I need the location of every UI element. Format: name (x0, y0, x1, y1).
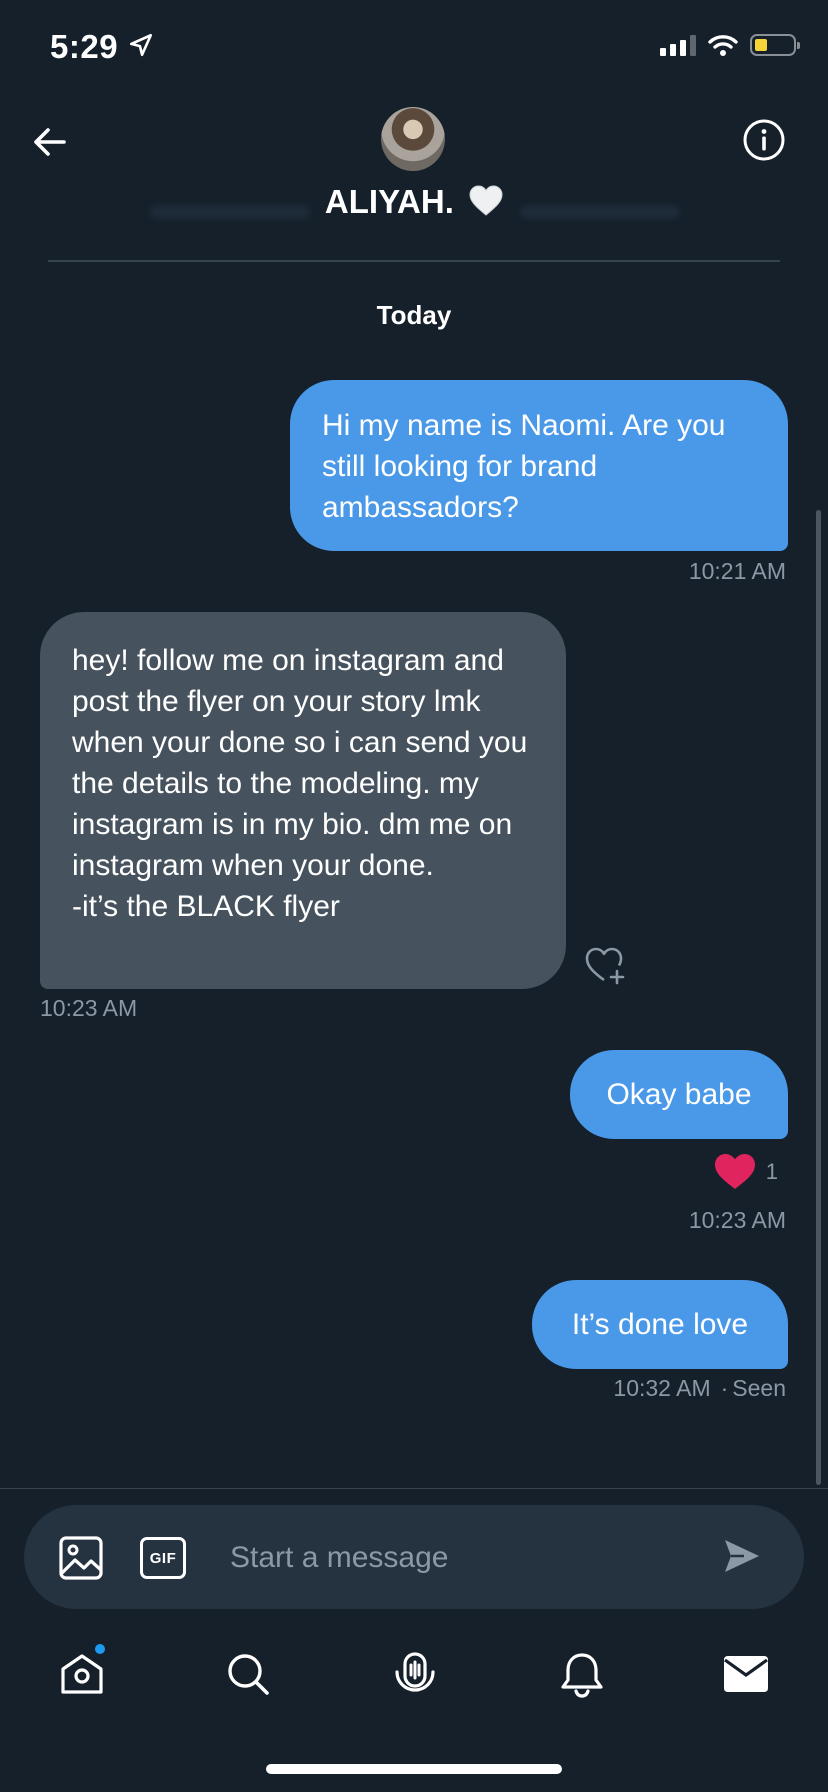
home-indicator[interactable] (266, 1764, 562, 1774)
scrollbar[interactable] (816, 510, 821, 1485)
home-icon[interactable] (58, 1650, 106, 1698)
red-heart-icon (714, 1154, 755, 1189)
seen-status: Seen (732, 1375, 786, 1401)
wifi-icon (708, 35, 738, 56)
signal-icon (660, 34, 696, 56)
conversation-title[interactable]: ALIYAH. (0, 183, 828, 221)
message-status-line: 10:32 AM · Seen (613, 1375, 786, 1402)
day-label: Today (376, 300, 452, 330)
image-icon[interactable] (58, 1535, 104, 1581)
info-circle-icon[interactable] (742, 118, 786, 162)
message-timestamp: 10:23 AM (688, 1207, 786, 1233)
composer-divider (0, 1488, 828, 1489)
white-heart-icon (469, 185, 503, 216)
add-reaction-icon[interactable] (584, 944, 628, 986)
spaces-icon[interactable] (391, 1650, 439, 1698)
status-indicators (660, 34, 800, 56)
message-timestamp: 10:23 AM (40, 995, 138, 1021)
status-time: 5:29 (50, 28, 119, 65)
message-timestamp: 10:32 AM (613, 1375, 711, 1401)
send-icon[interactable] (722, 1536, 762, 1576)
notifications-icon[interactable] (558, 1650, 606, 1698)
search-icon[interactable] (224, 1650, 272, 1698)
battery-icon (750, 34, 800, 56)
gif-button[interactable]: GIF (140, 1537, 186, 1579)
avatar[interactable] (381, 107, 445, 171)
reaction-count: 1 (765, 1159, 778, 1184)
message-reaction[interactable]: 1 (714, 1153, 778, 1191)
status-separator: · (720, 1375, 729, 1401)
messages-icon[interactable] (722, 1650, 770, 1698)
message-bubble-outgoing[interactable]: Okay babe (570, 1050, 788, 1139)
conversation-name: ALIYAH. (324, 183, 454, 220)
message-input[interactable] (230, 1535, 690, 1581)
arrow-left-icon[interactable] (28, 120, 72, 164)
home-notification-dot (95, 1644, 105, 1654)
header-divider (48, 260, 780, 262)
location-arrow-icon (129, 33, 153, 57)
message-timestamp: 10:21 AM (688, 558, 786, 584)
message-bubble-incoming[interactable]: hey! follow me on instagram and post the… (40, 612, 566, 989)
message-bubble-outgoing[interactable]: It’s done love (532, 1280, 788, 1369)
message-bubble-outgoing[interactable]: Hi my name is Naomi. Are you still looki… (290, 380, 788, 551)
